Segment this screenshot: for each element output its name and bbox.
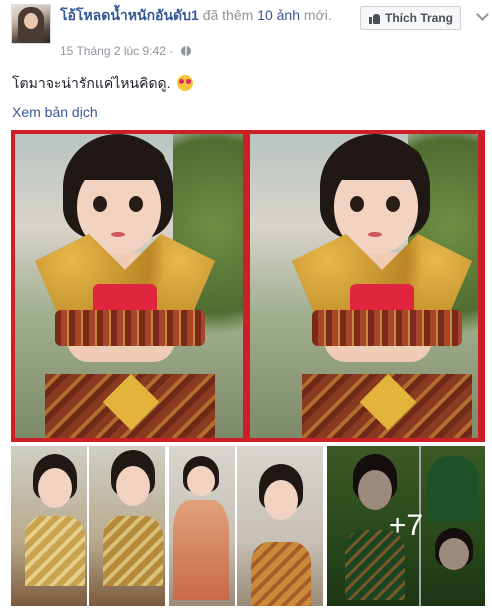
timestamp-separator: · <box>169 44 177 58</box>
avatar-face <box>24 13 38 29</box>
child-face <box>116 466 150 506</box>
thumbs-up-icon <box>369 13 380 24</box>
photo-count-link[interactable]: 10 ảnh <box>257 7 300 23</box>
patterned-sash <box>312 310 462 346</box>
grid-divider <box>235 446 237 606</box>
facebook-post: โอ้โหลดน้ำหนักอันดับ1 đã thêm 10 ảnh mới… <box>0 0 492 611</box>
caption-text: โตมาจะน่ารักแค่ไหนคิดดู. <box>12 75 171 91</box>
globe-icon[interactable] <box>180 46 191 56</box>
grid-photo-1[interactable] <box>11 446 165 606</box>
post-header-line: โอ้โหลดน้ำหนักอันดับ1 đã thêm 10 ảnh mới… <box>60 6 360 24</box>
photo-grid: +7 <box>11 446 485 606</box>
patterned-sash <box>55 310 205 346</box>
like-page-label: Thích Trang <box>385 11 454 25</box>
chevron-down-icon[interactable] <box>476 8 489 21</box>
child-dress <box>173 500 229 600</box>
child-lips <box>111 232 125 237</box>
child-lips <box>368 232 382 237</box>
page-name-link[interactable]: โอ้โหลดน้ำหนักอันดับ1 <box>60 7 199 23</box>
child-bangs <box>73 140 165 180</box>
photo-right-half <box>250 134 478 438</box>
grid-divider <box>87 446 89 606</box>
child-face <box>187 466 215 496</box>
action-suffix: mới. <box>303 7 332 23</box>
child-bangs <box>330 140 422 180</box>
child-eye-right <box>129 196 143 212</box>
action-prefix: đã thêm <box>202 7 254 23</box>
photo-left-half <box>15 134 243 438</box>
child-face <box>264 480 298 520</box>
post-caption: โตมาจะน่ารักแค่ไหนคิดดู. <box>12 73 194 95</box>
heart-eyes-emoji-icon <box>177 75 194 91</box>
post-timestamp[interactable]: 15 Tháng 2 lúc 9:42 <box>60 44 166 58</box>
like-page-button[interactable]: Thích Trang <box>360 6 461 30</box>
child-dress <box>103 516 163 586</box>
main-photo[interactable] <box>11 130 485 442</box>
child-dress <box>251 542 311 606</box>
grid-photo-2[interactable] <box>169 446 323 606</box>
post-timestamp-row: 15 Tháng 2 lúc 9:42 · <box>60 44 191 58</box>
child-face <box>38 468 72 508</box>
child-dress <box>25 516 85 586</box>
see-translation-link[interactable]: Xem bản dịch <box>12 104 98 120</box>
child-eye-left <box>350 196 364 212</box>
child-eye-right <box>386 196 400 212</box>
grid-photo-3[interactable]: +7 <box>327 446 485 606</box>
child-eye-left <box>93 196 107 212</box>
page-avatar[interactable] <box>11 4 51 44</box>
more-photos-count: +7 <box>388 509 424 542</box>
more-photos-overlay[interactable]: +7 <box>327 446 485 606</box>
